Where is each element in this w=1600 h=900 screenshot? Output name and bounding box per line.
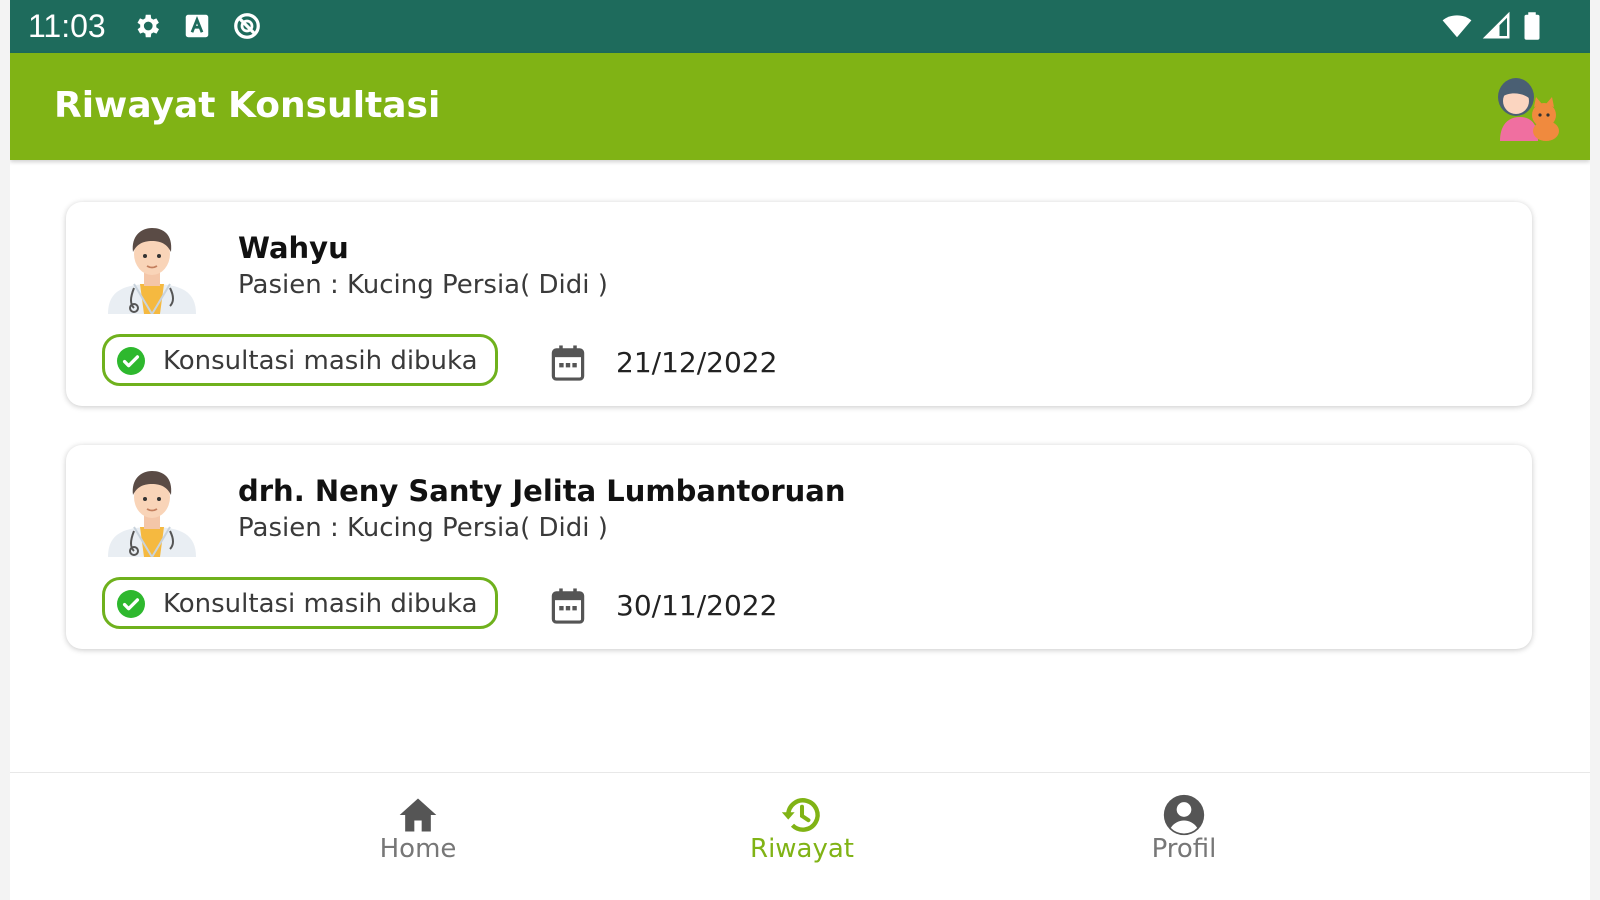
- status-text: Konsultasi masih dibuka: [163, 346, 478, 376]
- status-time: 11:03: [28, 8, 106, 44]
- history-icon: [781, 798, 820, 832]
- nav-label-riwayat: Riwayat: [750, 834, 854, 864]
- doctor-avatar: [108, 228, 196, 314]
- bottom-navigation: Home Riwayat Profil: [10, 772, 1590, 900]
- check-circle-icon: [117, 347, 145, 375]
- status-text: Konsultasi masih dibuka: [163, 589, 478, 619]
- status-badge: Konsultasi masih dibuka: [102, 334, 498, 386]
- consultation-date: 30/11/2022: [616, 589, 778, 622]
- nav-item-profil[interactable]: Profil: [1084, 773, 1284, 900]
- wifi-icon: [1442, 15, 1472, 38]
- a-box-icon: [185, 14, 209, 38]
- doctor-name: Wahyu: [238, 231, 349, 265]
- nav-label-home: Home: [379, 834, 457, 864]
- patient-info: Pasien : Kucing Persia( Didi ): [238, 513, 608, 543]
- consultation-date: 21/12/2022: [616, 346, 778, 379]
- status-badge: Konsultasi masih dibuka: [102, 577, 498, 629]
- doctor-avatar: [108, 471, 196, 557]
- nav-item-home[interactable]: Home: [318, 773, 518, 900]
- calendar-icon: [551, 345, 585, 381]
- calendar-icon: [551, 588, 585, 624]
- page-title: Riwayat Konsultasi: [54, 85, 441, 126]
- consultation-card[interactable]: Wahyu Pasien : Kucing Persia( Didi ) Kon…: [66, 202, 1532, 406]
- gear-icon: [137, 14, 159, 38]
- nav-label-profil: Profil: [1151, 834, 1217, 864]
- status-bar: 11:03: [10, 0, 1590, 53]
- nav-item-riwayat[interactable]: Riwayat: [702, 773, 902, 900]
- woman-with-cat-avatar[interactable]: [1492, 73, 1562, 141]
- consultation-card[interactable]: drh. Neny Santy Jelita Lumbantoruan Pasi…: [66, 445, 1532, 649]
- consultation-list: Wahyu Pasien : Kucing Persia( Didi ) Kon…: [10, 160, 1590, 772]
- check-circle-icon: [117, 590, 145, 618]
- home-icon: [399, 798, 437, 832]
- doctor-name: drh. Neny Santy Jelita Lumbantoruan: [238, 474, 846, 508]
- signal-icon: [1482, 11, 1510, 39]
- battery-icon: [1524, 12, 1540, 40]
- patient-info: Pasien : Kucing Persia( Didi ): [238, 270, 608, 300]
- profile-icon: [1163, 794, 1205, 836]
- app-screen: 11:03 Riwayat Konsultasi Wahyu Pasien: …: [10, 0, 1590, 900]
- app-bar: Riwayat Konsultasi: [10, 53, 1590, 160]
- no-sync-icon: [234, 13, 260, 39]
